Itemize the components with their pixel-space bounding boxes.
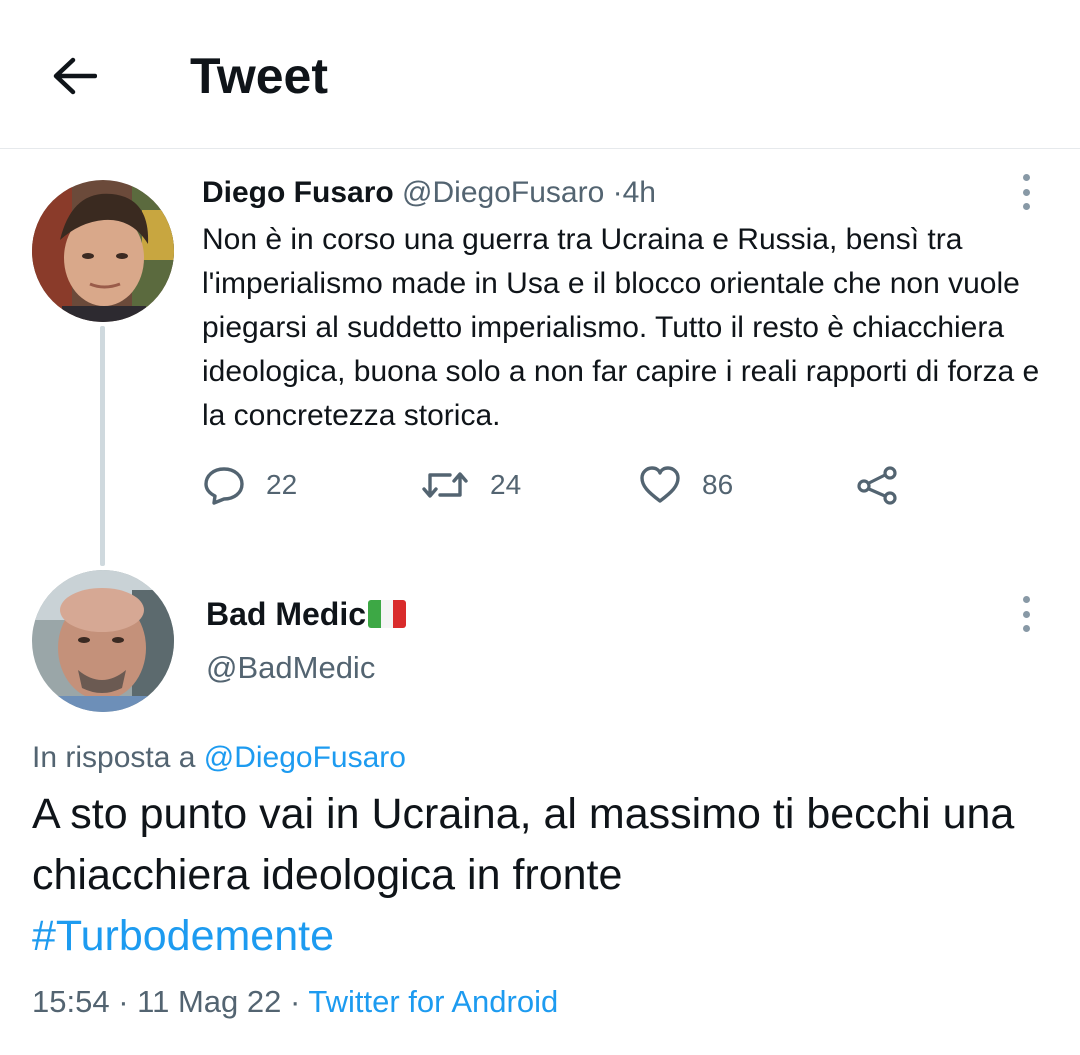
in-reply-prefix: In risposta a [32, 741, 196, 774]
separator-dot: · [612, 176, 623, 209]
tweet-time[interactable]: 4h [623, 176, 656, 209]
reply-body: A sto punto vai in Ucraina, al massimo t… [32, 790, 1015, 899]
thread-connector [100, 326, 105, 566]
author-name[interactable]: Bad Medic [206, 592, 366, 636]
tweet-time[interactable]: 15:54 [32, 984, 110, 1019]
reply-author[interactable]: Bad Medic [206, 592, 407, 636]
reply-button[interactable]: 22 [202, 460, 297, 510]
tweet-meta: 15:54 · 11 Mag 22 · Twitter for Android [32, 980, 558, 1024]
top-bar: Tweet [0, 0, 1080, 149]
share-icon [857, 466, 897, 505]
in-reply-handle-link[interactable]: @DiegoFusaro [204, 741, 406, 774]
more-options-icon[interactable] [1016, 596, 1036, 632]
avatar[interactable] [32, 570, 174, 712]
separator-dot: · [118, 984, 129, 1019]
more-options-icon[interactable] [1016, 174, 1036, 210]
italy-flag-icon [368, 600, 407, 628]
author-handle[interactable]: @BadMedic [206, 646, 375, 690]
tweet-date[interactable]: 11 Mag 22 [137, 984, 281, 1019]
heart-icon [640, 466, 680, 503]
retweet-count: 24 [490, 469, 522, 500]
in-reply-to: In risposta a @DiegoFusaro [32, 736, 406, 780]
author-handle[interactable]: @DiegoFusaro [402, 176, 604, 209]
reply-bubble-icon [204, 467, 244, 505]
reply-count: 22 [266, 469, 298, 500]
avatar-image [32, 570, 174, 712]
like-count: 86 [702, 469, 734, 500]
client-link[interactable]: Twitter for Android [308, 984, 558, 1019]
tweet-header: Diego Fusaro @DiegoFusaro ·4h [202, 172, 656, 214]
retweet-icon [422, 472, 468, 498]
separator-dot: · [289, 984, 301, 1019]
arrow-left-icon [53, 57, 97, 95]
tweet-text: Non è in corso una guerra tra Ucraina e … [202, 223, 1040, 432]
back-button[interactable] [48, 50, 100, 102]
tweet-actions: 22 24 86 [202, 460, 962, 510]
like-button[interactable]: 86 [638, 460, 733, 510]
author-name[interactable]: Diego Fusaro [202, 176, 394, 209]
hashtag-link[interactable]: #Turbodemente [32, 906, 1062, 967]
avatar-image [32, 180, 174, 322]
reply-tweet-text: A sto punto vai in Ucraina, al massimo t… [32, 784, 1062, 967]
share-button[interactable] [856, 460, 900, 510]
page-title: Tweet [190, 48, 328, 104]
avatar[interactable] [32, 180, 174, 322]
retweet-button[interactable]: 24 [420, 460, 521, 510]
